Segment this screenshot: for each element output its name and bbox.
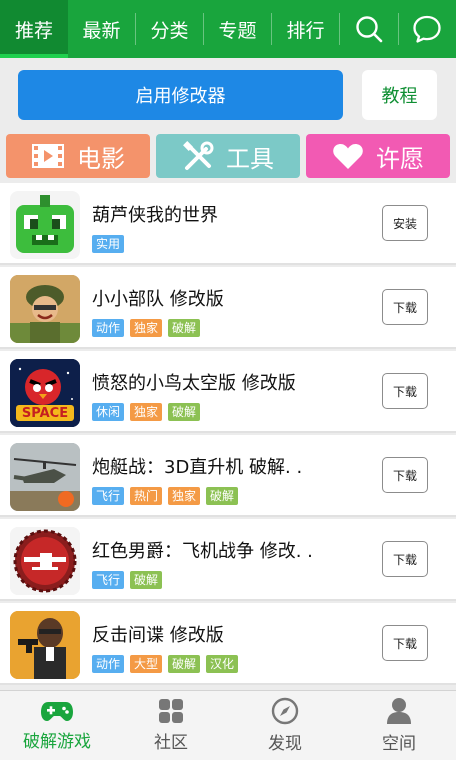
list-item[interactable]: 炮艇战：3D直升机 破解. . 飞行 热门 独家 破解 下载 xyxy=(0,435,456,517)
app-title: 葫芦侠我的世界 xyxy=(92,205,218,226)
category-wish[interactable]: 许愿 xyxy=(306,134,450,178)
category-tools[interactable]: 工具 xyxy=(156,134,300,178)
tab-ranking[interactable]: 排行 xyxy=(272,0,339,58)
svg-text:SPACE: SPACE xyxy=(22,406,68,421)
install-button[interactable]: 安装 xyxy=(382,205,428,241)
helicopter-icon xyxy=(10,443,80,511)
tab-label: 专题 xyxy=(218,19,257,42)
list-item[interactable]: 小小部队 修改版 动作 独家 破解 下载 xyxy=(0,267,456,349)
gamepad-icon xyxy=(41,702,73,721)
list-item[interactable]: 葫芦侠我的世界 实用 安装 xyxy=(0,183,456,265)
tab-recommend[interactable]: 推荐 xyxy=(0,0,68,58)
category-tiles: 电影 工具 许愿 xyxy=(0,132,456,180)
list-item[interactable]: SPACE 愤怒的小鸟太空版 修改版 休闲 独家 破解 下载 xyxy=(0,351,456,433)
tag-group: 动作 大型 破解 汉化 xyxy=(92,655,239,673)
tag: 独家 xyxy=(130,319,163,337)
download-button[interactable]: 下载 xyxy=(382,541,428,577)
heart-icon xyxy=(333,143,363,169)
category-label: 电影 xyxy=(77,144,125,173)
tag: 汉化 xyxy=(206,655,239,673)
spy-icon xyxy=(10,611,80,679)
tag: 破解 xyxy=(130,571,163,589)
tag: 飞行 xyxy=(92,571,125,589)
tag: 动作 xyxy=(92,655,125,673)
bottom-nav: 破解游戏 社区 发现 空间 xyxy=(0,690,456,760)
tag: 独家 xyxy=(130,403,163,421)
list-item[interactable]: 反击间谍 修改版 动作 大型 破解 汉化 下载 xyxy=(0,603,456,685)
category-movie[interactable]: 电影 xyxy=(6,134,150,178)
category-label: 许愿 xyxy=(376,144,424,173)
top-nav: 推荐 最新 分类 专题 排行 xyxy=(0,0,456,58)
nav-label: 破解游戏 xyxy=(23,732,91,752)
tab-topics[interactable]: 专题 xyxy=(204,0,271,58)
tools-icon xyxy=(183,141,214,170)
angry-bird-space-icon: SPACE xyxy=(10,359,80,427)
tag-group: 飞行 热门 独家 破解 xyxy=(92,487,239,505)
chat-bubble-icon xyxy=(413,15,441,43)
tag: 破解 xyxy=(168,403,201,421)
tag: 热门 xyxy=(130,487,163,505)
list-item[interactable]: 红色男爵：飞机战争 修改. . 飞行 破解 下载 xyxy=(0,519,456,601)
search-button[interactable] xyxy=(340,0,398,58)
film-icon xyxy=(32,144,64,168)
nav-label: 社区 xyxy=(154,733,188,753)
tag: 破解 xyxy=(168,319,201,337)
action-bar: 启用修改器 教程 xyxy=(0,58,456,132)
nav-community[interactable]: 社区 xyxy=(114,691,228,760)
tag: 独家 xyxy=(168,487,201,505)
tab-label: 分类 xyxy=(150,19,189,42)
app-title: 反击间谍 修改版 xyxy=(92,625,224,646)
soldier-icon xyxy=(10,275,80,343)
tab-label: 排行 xyxy=(286,19,325,42)
tag: 动作 xyxy=(92,319,125,337)
nav-discover[interactable]: 发现 xyxy=(228,691,342,760)
download-button[interactable]: 下载 xyxy=(382,625,428,661)
download-button[interactable]: 下载 xyxy=(382,457,428,493)
download-button[interactable]: 下载 xyxy=(382,289,428,325)
tag: 休闲 xyxy=(92,403,125,421)
nav-crack-games[interactable]: 破解游戏 xyxy=(0,691,114,760)
minecraft-creature-icon xyxy=(10,191,80,259)
grid-icon xyxy=(159,699,183,723)
tag-group: 实用 xyxy=(92,235,125,253)
search-icon xyxy=(356,16,383,43)
tag-group: 飞行 破解 xyxy=(92,571,163,589)
download-button[interactable]: 下载 xyxy=(382,373,428,409)
nav-label: 发现 xyxy=(268,734,302,754)
tag: 破解 xyxy=(206,487,239,505)
enable-modifier-button[interactable]: 启用修改器 xyxy=(18,70,343,120)
tag: 实用 xyxy=(92,235,125,253)
tab-latest[interactable]: 最新 xyxy=(68,0,135,58)
message-button[interactable] xyxy=(399,0,455,58)
red-baron-plane-icon xyxy=(10,527,80,595)
nav-label: 空间 xyxy=(382,734,416,754)
tag: 破解 xyxy=(168,655,201,673)
tab-label: 最新 xyxy=(82,19,121,42)
app-title: 炮艇战：3D直升机 破解. . xyxy=(92,457,303,478)
app-title: 愤怒的小鸟太空版 修改版 xyxy=(92,373,296,394)
tag-group: 动作 独家 破解 xyxy=(92,319,201,337)
person-icon xyxy=(387,698,411,724)
tutorial-button[interactable]: 教程 xyxy=(362,70,437,120)
tab-category[interactable]: 分类 xyxy=(136,0,203,58)
tag-group: 休闲 独家 破解 xyxy=(92,403,201,421)
app-title: 红色男爵：飞机战争 修改. . xyxy=(92,541,313,562)
tab-label: 推荐 xyxy=(14,19,53,42)
compass-icon xyxy=(271,697,299,725)
app-title: 小小部队 修改版 xyxy=(92,289,224,310)
tag: 大型 xyxy=(130,655,163,673)
nav-space[interactable]: 空间 xyxy=(342,691,456,760)
tag: 飞行 xyxy=(92,487,125,505)
category-label: 工具 xyxy=(226,144,274,173)
